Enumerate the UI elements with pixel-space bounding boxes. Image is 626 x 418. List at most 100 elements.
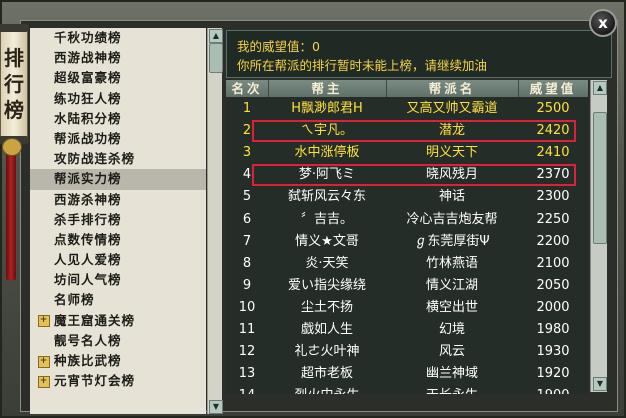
table-scrollbar[interactable]: ▲ ▼ xyxy=(590,80,607,392)
category-item[interactable]: + 种族比武榜 xyxy=(30,351,206,371)
category-label: 点数传情榜 xyxy=(54,231,122,247)
category-item[interactable]: 水陆积分榜 xyxy=(30,109,206,129)
rank-cell: 9 xyxy=(242,277,252,293)
category-item[interactable]: 攻防战连杀榜 xyxy=(30,149,206,169)
guild-rank-status: 暂时未能上榜，请继续加油 xyxy=(337,58,488,73)
category-label: 攻防战连杀榜 xyxy=(54,151,136,167)
category-item[interactable]: 西游战神榜 xyxy=(30,48,206,68)
info-panel: 我的威望值：0 你所在帮派的排行暂时未能上榜，请继续加油 xyxy=(226,30,612,78)
category-item[interactable]: + 魔王窟通关榜 xyxy=(30,311,206,331)
leader-cell: 戯如人生 xyxy=(300,322,353,337)
category-item[interactable]: 靓号名人榜 xyxy=(30,331,206,351)
leader-cell: 情义★文哥 xyxy=(295,233,359,249)
guild-rank-prefix: 你所在帮派的排行 xyxy=(237,58,338,73)
plus-icon[interactable]: + xyxy=(38,355,50,368)
prestige-cell: 2050 xyxy=(536,277,570,293)
leader-cell: 超市老板 xyxy=(300,366,353,382)
table-row[interactable]: 10 尘土不扬 横空出世 2000 xyxy=(226,297,588,319)
prestige-cell: 2200 xyxy=(536,233,570,249)
arrow-up-icon[interactable]: ▲ xyxy=(209,29,223,43)
scrollbar-thumb[interactable] xyxy=(209,43,223,73)
category-item[interactable]: 点数传情榜 xyxy=(30,230,206,250)
side-tab-char: 行 xyxy=(4,72,24,96)
arrow-down-icon[interactable]: ▼ xyxy=(593,377,607,391)
plus-icon[interactable]: + xyxy=(38,375,50,388)
category-label: 西游杀神榜 xyxy=(54,191,122,207)
category-item[interactable]: 练功狂人榜 xyxy=(30,89,206,109)
category-item[interactable]: 帮派战功榜 xyxy=(30,129,206,149)
prestige-cell: 2410 xyxy=(536,145,570,161)
prestige-cell: 1930 xyxy=(536,344,570,360)
arrow-down-icon[interactable]: ▼ xyxy=(209,400,223,414)
category-item[interactable]: 帮派实力榜 xyxy=(30,169,206,190)
table-row[interactable]: 11 戯如人生 幻境 1980 xyxy=(226,319,588,341)
category-item[interactable]: 千秋功绩榜 xyxy=(30,28,206,48)
category-item[interactable]: 杀手排行榜 xyxy=(30,210,206,230)
column-header[interactable]: 帮主 xyxy=(268,80,386,97)
category-label: 水陆积分榜 xyxy=(54,110,122,126)
guild-name-cell: 情义江湖 xyxy=(425,277,478,293)
column-header[interactable]: 威望值 xyxy=(518,80,588,97)
side-tab-char: 排 xyxy=(4,46,24,70)
category-label: 人见人爱榜 xyxy=(54,252,122,268)
highlight-box xyxy=(252,120,576,143)
prestige-cell: 2250 xyxy=(536,211,570,227)
leader-cell: H飘渺郎君H xyxy=(291,101,363,116)
category-item[interactable]: 坊间人气榜 xyxy=(30,270,206,290)
header-divider xyxy=(386,80,387,97)
category-list: 千秋功绩榜西游战神榜超级富豪榜练功狂人榜水陆积分榜帮派战功榜攻防战连杀榜帮派实力… xyxy=(30,28,206,414)
table-row[interactable]: 12 礼ㄜ火叶神 风云 1930 xyxy=(226,341,588,363)
table-row[interactable]: 9 爱い指尖缘绕 情义江湖 2050 xyxy=(226,275,588,297)
category-label: 超级富豪榜 xyxy=(54,70,122,86)
category-label: 千秋功绩榜 xyxy=(54,30,122,45)
column-header[interactable]: 名次 xyxy=(226,80,268,97)
leader-cell: 〞吉吉。 xyxy=(300,211,353,227)
category-label: 练功狂人榜 xyxy=(54,90,122,106)
table-row[interactable]: 5 弑斩风云々东 神话 2300 xyxy=(226,186,588,208)
category-list-scrollbar[interactable]: ▲ ▼ xyxy=(207,28,223,414)
category-item[interactable]: 西游杀神榜 xyxy=(30,190,206,210)
category-label: 靓号名人榜 xyxy=(54,332,122,348)
rank-cell: 11 xyxy=(238,322,256,337)
column-header[interactable]: 帮派名 xyxy=(386,80,518,97)
highlight-box xyxy=(252,164,576,187)
rank-cell: 3 xyxy=(242,145,252,161)
leader-cell: 烈火中永生 xyxy=(268,385,386,394)
table-row[interactable]: 13 超市老板 幽兰神域 1920 xyxy=(226,363,588,385)
rank-cell: 10 xyxy=(238,299,256,315)
guild-name-cell: 神话 xyxy=(438,189,465,205)
scrollbar-thumb[interactable] xyxy=(593,112,607,244)
category-item[interactable]: 人见人爱榜 xyxy=(30,250,206,270)
leaderboard-scroll-tab: 排行榜 xyxy=(0,28,28,140)
rank-cell: 8 xyxy=(242,255,252,271)
arrow-up-icon[interactable]: ▲ xyxy=(593,81,607,95)
guild-rank-line: 你所在帮派的排行暂时未能上榜，请继续加油 xyxy=(237,55,487,74)
table-row[interactable]: 7 情义★文哥 ℊ东莞厚街Ψ 2200 xyxy=(226,231,588,253)
rank-cell: 6 xyxy=(242,211,252,227)
guild-name-cell: 风云 xyxy=(438,344,465,360)
leader-cell: 水中涨停板 xyxy=(294,145,360,161)
table-row[interactable]: 3 水中涨停板 明义天下 2410 xyxy=(226,142,588,164)
category-item[interactable]: 名师榜 xyxy=(30,290,206,310)
table-row[interactable]: 14烈火中永生天长永生1900 xyxy=(226,385,588,394)
prestige-cell: 2300 xyxy=(536,189,570,205)
category-label: 帮派战功榜 xyxy=(54,130,122,146)
ranking-table: 名次 帮主 帮派名 威望值 1 H飘渺郎君H 又高又帅又霸道 2500 2 ㄟ宇凡。 潜龙 2420… xyxy=(226,80,588,394)
prestige-value: 0 xyxy=(312,39,320,54)
close-icon: x xyxy=(598,14,608,32)
rank-cell: 1 xyxy=(242,101,252,116)
prestige-cell: 2500 xyxy=(536,101,570,116)
category-item[interactable]: + 元宵节灯会榜 xyxy=(30,371,206,391)
rank-cell: 12 xyxy=(238,344,256,360)
close-button[interactable]: x xyxy=(589,9,617,37)
rank-cell: 14 xyxy=(226,385,268,394)
plus-icon[interactable]: + xyxy=(38,315,50,328)
table-row[interactable]: 6 〞吉吉。 冷心吉吉炮友帮 2250 xyxy=(226,209,588,231)
category-label: 西游战神榜 xyxy=(54,50,122,66)
table-row[interactable]: 1 H飘渺郎君H 又高又帅又霸道 2500 xyxy=(226,98,588,120)
guild-name-cell: 竹林燕语 xyxy=(425,255,478,271)
guild-name-cell: 天长永生 xyxy=(386,385,518,394)
category-item[interactable]: 超级富豪榜 xyxy=(30,68,206,88)
table-row[interactable]: 8 炎·天笑 竹林燕语 2100 xyxy=(226,253,588,275)
category-label: 名师榜 xyxy=(54,292,95,308)
